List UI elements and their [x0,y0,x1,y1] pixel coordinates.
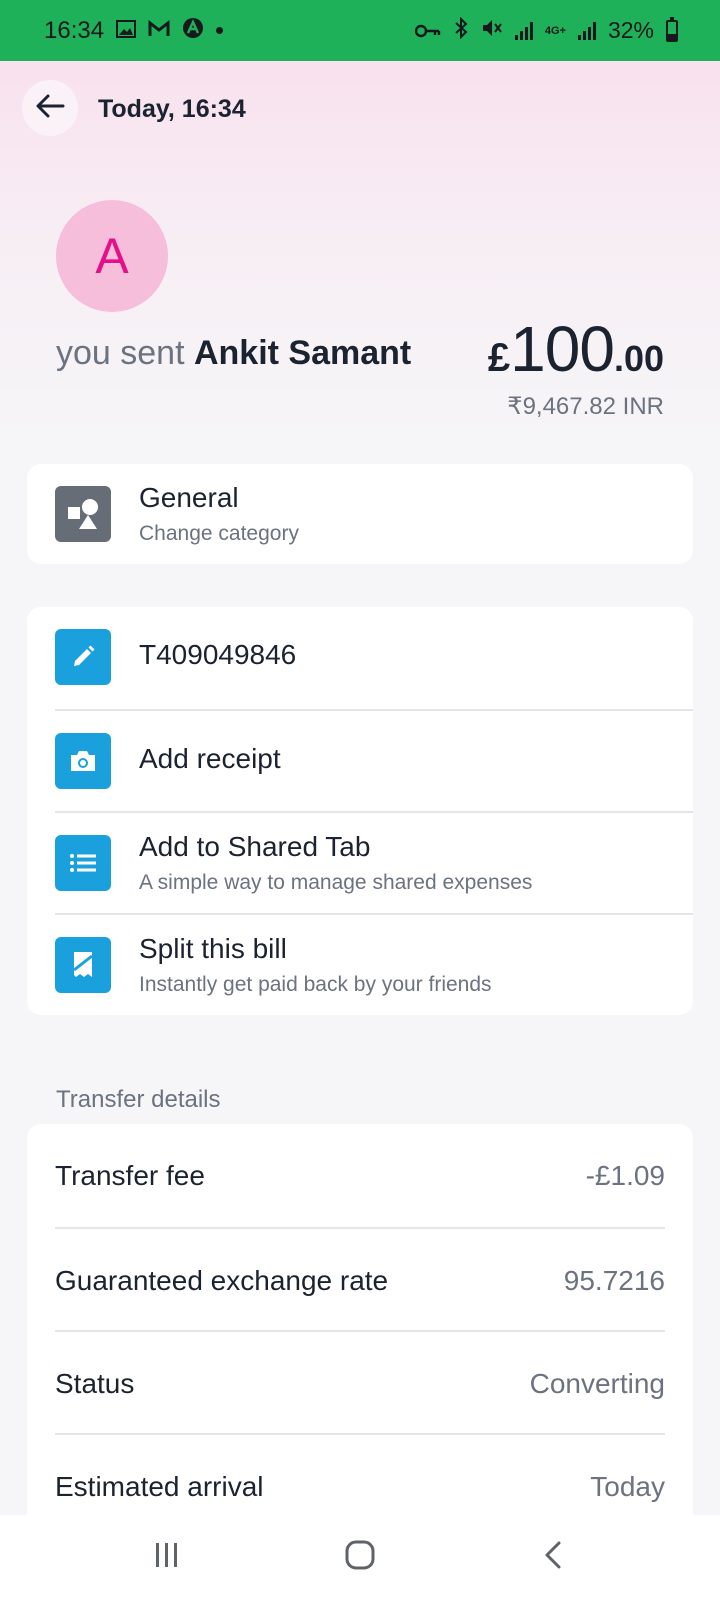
notification-dot-icon [216,27,224,34]
list-icon [55,835,111,891]
amount-major: 100 [510,313,615,385]
arrival-value: Today [590,1471,665,1502]
currency-symbol: £ [487,336,511,380]
status-time: 16:34 [44,16,105,44]
split-bill-subtitle: Instantly get paid back by your friends [139,973,492,996]
status-label: Status [55,1368,135,1399]
chevron-left-icon [542,1540,564,1575]
status-bar: 16:34 4G+ 32% [0,0,720,61]
amount-minor: .00 [613,338,664,379]
avatar: A [56,200,168,312]
split-bill-row[interactable]: Split this bill Instantly get paid back … [55,913,693,1015]
add-receipt-label: Add receipt [139,743,281,774]
fee-value: -£1.09 [585,1160,665,1191]
back-button[interactable] [22,80,78,136]
signal-2-icon [577,21,596,40]
recent-apps-icon [152,1541,182,1574]
vpn-key-icon [414,17,441,44]
category-title: General [139,482,239,513]
transfer-details-card: Transfer fee -£1.09 Guaranteed exchange … [27,1124,693,1524]
shapes-icon [55,486,111,542]
detail-row-rate: Guaranteed exchange rate 95.7216 [55,1227,665,1330]
gmail-icon [148,17,170,44]
recipient-name[interactable]: Ankit Samant [194,334,411,372]
pencil-icon [55,629,111,685]
category-card[interactable]: General Change category [27,464,693,564]
shared-tab-title: Add to Shared Tab [139,831,371,862]
page-title: Today, 16:34 [98,95,246,123]
category-subtitle: Change category [139,522,299,545]
sent-prefix: you sent [56,334,185,372]
system-navigation-bar [0,1515,720,1600]
category-row[interactable]: General Change category [27,464,693,564]
receipt-split-icon [55,937,111,993]
transaction-description: you sent Ankit Samant [56,334,411,373]
transfer-details-heading: Transfer details [56,1086,221,1113]
battery-percent: 32% [607,17,654,43]
reference-text: T409049846 [139,639,297,670]
bluetooth-icon [453,16,469,45]
add-receipt-row[interactable]: Add receipt [55,709,693,811]
camera-icon [55,733,111,789]
rate-label: Guaranteed exchange rate [55,1265,389,1296]
home-icon [344,1539,376,1576]
arrival-label: Estimated arrival [55,1471,264,1502]
network-type-label: 4G+ [544,24,566,37]
transaction-amount: £ 100 .00 [488,312,664,386]
fee-label: Transfer fee [55,1160,205,1191]
detail-row-arrival: Estimated arrival Today [55,1433,665,1524]
signal-icon [514,21,533,40]
recent-apps-button[interactable] [127,1528,207,1588]
reference-row[interactable]: T409049846 [27,607,693,709]
detail-row-fee: Transfer fee -£1.09 [55,1124,665,1227]
shared-tab-row[interactable]: Add to Shared Tab A simple way to manage… [55,811,693,913]
split-bill-title: Split this bill [139,933,287,964]
system-back-button[interactable] [513,1528,593,1588]
shared-tab-subtitle: A simple way to manage shared expenses [139,871,533,894]
actions-card: T409049846 Add receipt Add to Shared Tab… [27,607,693,1015]
battery-icon [666,16,678,42]
rate-value: 95.7216 [563,1265,665,1296]
status-value: Converting [529,1368,665,1399]
app-icon [182,17,204,45]
home-button[interactable] [320,1528,400,1588]
mute-icon [481,17,503,45]
gallery-icon [116,17,137,44]
arrow-left-icon [35,93,65,124]
converted-amount: ₹9,467.82 INR [507,393,664,420]
detail-row-status: Status Converting [55,1330,665,1433]
